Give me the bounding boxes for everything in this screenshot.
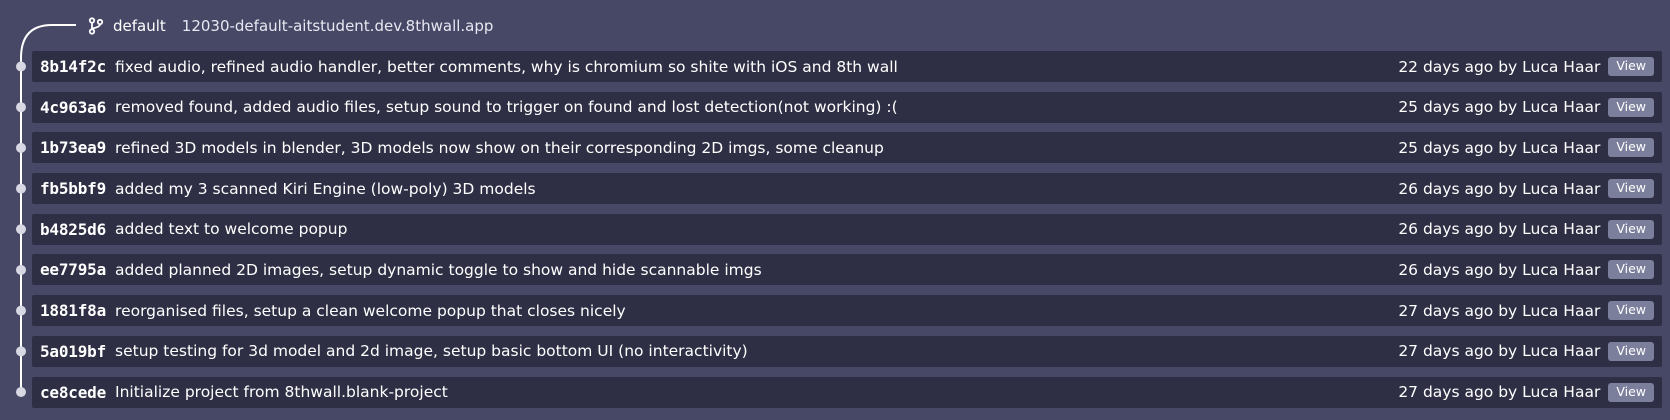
commit-node [16, 224, 26, 235]
commit-node [16, 387, 26, 397]
commit-node [16, 102, 26, 113]
commit-node [16, 142, 26, 153]
commit-hash[interactable]: ce8cede [32, 383, 106, 402]
commit-hash[interactable]: 4c963a6 [32, 98, 106, 117]
branch-name[interactable]: default [113, 17, 166, 35]
commit-message: Initialize project from 8thwall.blank-pr… [115, 383, 448, 401]
commit-meta: 26 days ago by Luca Haar [1398, 179, 1601, 198]
commit-node [16, 183, 26, 194]
commit-meta: 22 days ago by Luca Haar [1398, 57, 1601, 76]
commit-message: added my 3 scanned Kiri Engine (low-poly… [115, 179, 536, 198]
commit-list: 8b14f2c fixed audio, refined audio handl… [32, 51, 1662, 417]
commit-meta: 25 days ago by Luca Haar [1398, 98, 1601, 117]
view-button[interactable]: View [1608, 260, 1654, 280]
commit-hash[interactable]: b4825d6 [32, 220, 106, 239]
commit-hash[interactable]: fb5bbf9 [32, 179, 106, 198]
commit-node [16, 346, 26, 357]
commit-meta: 27 days ago by Luca Haar [1398, 301, 1601, 320]
commit-row[interactable]: 1b73ea9 refined 3D models in blender, 3D… [32, 132, 1662, 164]
view-button[interactable]: View [1608, 138, 1654, 158]
commit-row[interactable]: 5a019bf setup testing for 3d model and 2… [32, 335, 1662, 367]
branch-url-link[interactable]: 12030-default-aitstudent.dev.8thwall.app [182, 17, 494, 35]
commit-hash[interactable]: 8b14f2c [32, 57, 106, 76]
commit-row[interactable]: ce8cede Initialize project from 8thwall.… [32, 376, 1662, 408]
commit-row[interactable]: fb5bbf9 added my 3 scanned Kiri Engine (… [32, 173, 1662, 205]
commit-node [16, 61, 26, 72]
commit-hash[interactable]: ee7795a [32, 260, 106, 279]
commit-row[interactable]: b4825d6 added text to welcome popup 26 d… [32, 213, 1662, 245]
commit-meta: 26 days ago by Luca Haar [1398, 220, 1601, 239]
commit-meta: 25 days ago by Luca Haar [1398, 138, 1601, 157]
commit-hash[interactable]: 1b73ea9 [32, 138, 106, 157]
commit-row[interactable]: 4c963a6 removed found, added audio files… [32, 91, 1662, 123]
commit-row[interactable]: 1881f8a reorganised files, setup a clean… [32, 295, 1662, 327]
commit-meta: 27 days ago by Luca Haar [1398, 342, 1601, 361]
commit-message: refined 3D models in blender, 3D models … [115, 138, 884, 157]
commit-hash[interactable]: 1881f8a [32, 301, 106, 320]
commit-node [16, 264, 26, 275]
commit-meta: 27 days ago by Luca Haar [1398, 383, 1601, 401]
view-button[interactable]: View [1608, 301, 1654, 321]
branch-header: default 12030-default-aitstudent.dev.8th… [88, 14, 493, 38]
view-button[interactable]: View [1608, 341, 1654, 361]
git-branch-icon [88, 17, 104, 35]
commit-row[interactable]: 8b14f2c fixed audio, refined audio handl… [32, 51, 1662, 82]
commit-meta: 26 days ago by Luca Haar [1398, 260, 1601, 279]
view-button[interactable]: View [1608, 97, 1654, 117]
commit-message: added text to welcome popup [115, 220, 348, 239]
commit-message: added planned 2D images, setup dynamic t… [115, 260, 762, 279]
commit-message: removed found, added audio files, setup … [115, 98, 898, 117]
commit-message: setup testing for 3d model and 2d image,… [115, 342, 748, 361]
view-button[interactable]: View [1608, 219, 1654, 239]
commit-hash[interactable]: 5a019bf [32, 342, 106, 361]
commit-message: fixed audio, refined audio handler, bett… [115, 57, 898, 76]
commit-node [16, 305, 26, 316]
commit-message: reorganised files, setup a clean welcome… [115, 301, 626, 320]
view-button[interactable]: View [1608, 57, 1654, 76]
view-button[interactable]: View [1608, 179, 1654, 199]
commit-row[interactable]: ee7795a added planned 2D images, setup d… [32, 254, 1662, 286]
view-button[interactable]: View [1608, 382, 1654, 402]
